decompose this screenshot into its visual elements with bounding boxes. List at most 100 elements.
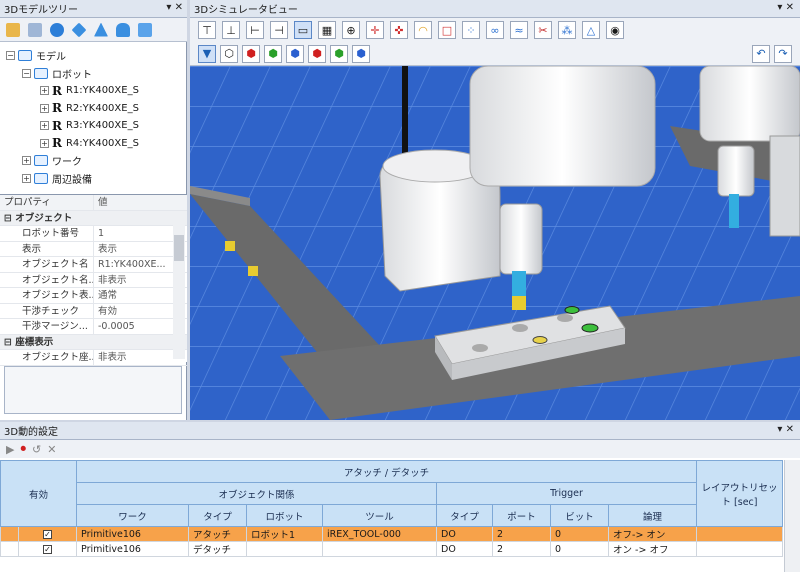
property-category-coords[interactable]: ⊟ 座標表示	[0, 334, 187, 350]
tree-node-robot-r4[interactable]: + R R4:YK400XE_S	[6, 135, 187, 153]
rotate-left-icon[interactable]: ↶	[752, 44, 770, 63]
cube-green-side-icon[interactable]: ⬢	[330, 44, 348, 63]
cube-red-front-icon[interactable]: ⬢	[242, 44, 260, 63]
view-left-icon[interactable]: ⊢	[246, 21, 264, 39]
cell-bit[interactable]: 0	[550, 526, 610, 542]
import-file-icon[interactable]	[28, 22, 42, 37]
cell-port[interactable]: 2	[492, 541, 552, 557]
collapse-icon[interactable]: ⊟	[4, 213, 15, 224]
cylinder-primitive-icon[interactable]	[116, 22, 130, 37]
cell-bit[interactable]: 0	[550, 541, 610, 557]
cell-tool[interactable]: iREX_TOOL-000	[322, 526, 438, 542]
cell-layout-reset[interactable]	[696, 541, 784, 557]
expand-icon[interactable]: +	[22, 156, 31, 166]
tree-node-robot-r2[interactable]: + R R2:YK400XE_S	[6, 100, 187, 118]
collapse-icon[interactable]: −	[6, 51, 15, 61]
view-top-icon[interactable]: ⊤	[198, 21, 216, 39]
cell-trigger-type[interactable]: DO	[436, 541, 494, 557]
simulator-title-bar: 3Dシミュレータビュー ▾ ✕	[190, 0, 800, 18]
property-row[interactable]: 干渉チェック 有効	[0, 303, 187, 319]
link-icon[interactable]: ∞	[486, 21, 504, 39]
property-row[interactable]: オブジェクト名 R1:YK400XE...	[0, 257, 187, 273]
property-row[interactable]: ロボット番号 1	[0, 226, 187, 242]
play-icon[interactable]: ▶	[6, 443, 14, 456]
expand-icon[interactable]: +	[40, 103, 49, 113]
simulator-window-controls[interactable]: ▾ ✕	[777, 2, 794, 13]
cube-red-side-icon[interactable]: ⬢	[308, 44, 326, 63]
cube-blue-icon[interactable]: ⬢	[286, 44, 304, 63]
add-model-icon[interactable]	[6, 22, 20, 37]
tree-node-work[interactable]: + ワーク	[6, 152, 187, 170]
cell-work[interactable]: Primitive106	[76, 526, 190, 542]
unlink-icon[interactable]: ≈	[510, 21, 528, 39]
diamond-primitive-icon[interactable]	[71, 22, 87, 37]
expand-icon[interactable]: +	[22, 173, 31, 183]
property-row[interactable]: 干渉マージン... -0.0005	[0, 319, 187, 335]
cell-robot[interactable]	[246, 541, 324, 557]
cell-type[interactable]: デタッチ	[188, 541, 248, 557]
cell-tool[interactable]	[322, 541, 438, 557]
delete-icon[interactable]: ✕	[47, 443, 56, 456]
cell-port[interactable]: 2	[492, 526, 552, 542]
property-row[interactable]: 表示 表示	[0, 241, 187, 257]
cube-iso-icon[interactable]: ⬡	[220, 44, 238, 63]
table-row[interactable]: ✓ Primitive106 アタッチ ロボット1 iREX_TOOL-000 …	[0, 526, 784, 542]
dynamic-settings-window-controls[interactable]: ▾ ✕	[777, 424, 794, 435]
robot-icon: R	[52, 83, 62, 98]
cell-logic[interactable]: オフ-> オン	[608, 526, 698, 542]
cell-trigger-type[interactable]: DO	[436, 526, 494, 542]
tree-node-robot-r1[interactable]: + R R1:YK400XE_S	[6, 82, 187, 100]
collapse-icon[interactable]: −	[22, 68, 31, 78]
view-front-icon[interactable]: ⊥	[222, 21, 240, 39]
collision-icon[interactable]: ✂	[534, 21, 552, 39]
move-robot-icon[interactable]: ✛	[366, 21, 384, 39]
tree-node-robots[interactable]: − ロボット	[6, 65, 187, 83]
grid-table-icon[interactable]: ▦	[318, 21, 336, 39]
cube-green-icon[interactable]: ⬢	[264, 44, 282, 63]
sphere-primitive-icon[interactable]	[50, 22, 64, 37]
robot-r2-spindle	[499, 203, 543, 275]
3d-scene-viewport[interactable]	[190, 66, 800, 420]
zoom-fit-icon[interactable]: ⊕	[342, 21, 360, 39]
property-scrollbar[interactable]	[173, 213, 185, 359]
reach-icon[interactable]: ◠	[414, 21, 432, 39]
dynamic-settings-title-bar: 3D動的設定 ▾ ✕	[0, 422, 800, 440]
property-row[interactable]: オブジェクト表... 通常	[0, 288, 187, 304]
stop-icon[interactable]: ⏺	[20, 442, 26, 456]
expand-icon[interactable]: +	[40, 86, 49, 96]
model-tree-window-controls[interactable]: ▾ ✕	[166, 2, 183, 13]
cell-work[interactable]: Primitive106	[76, 541, 190, 557]
collapse-icon[interactable]: ⊟	[4, 337, 15, 348]
jog-icon[interactable]: ✜	[390, 21, 408, 39]
dynamic-settings-scrollbar[interactable]	[784, 460, 800, 572]
bounding-box-icon[interactable]: □	[438, 21, 456, 39]
cell-type[interactable]: アタッチ	[188, 526, 248, 542]
cell-robot[interactable]: ロボット1	[246, 526, 324, 542]
undo-icon[interactable]: ↺	[32, 443, 41, 456]
property-row[interactable]: オブジェクト座... 非表示	[0, 350, 187, 366]
tree-node-model[interactable]: − モデル	[6, 47, 187, 65]
expand-icon[interactable]: +	[40, 138, 49, 148]
scrollbar-thumb[interactable]	[174, 235, 184, 261]
camera-icon[interactable]: ◉	[606, 21, 624, 39]
enabled-checkbox[interactable]: ✓	[43, 544, 52, 554]
table-row[interactable]: ✓ Primitive106 デタッチ DO 2 0 オン -> オフ	[0, 541, 784, 557]
cube-blue-side-icon[interactable]: ⬢	[352, 44, 370, 63]
tree-node-robot-r3[interactable]: + R R3:YK400XE_S	[6, 117, 187, 135]
view-right-icon[interactable]: ⊣	[270, 21, 288, 39]
expand-icon[interactable]: +	[40, 121, 49, 131]
floor-grid-icon[interactable]: ▭	[294, 21, 312, 39]
points-icon[interactable]: ⁘	[462, 21, 480, 39]
measure-icon[interactable]: △	[582, 21, 600, 39]
trajectory-icon[interactable]: ⁂	[558, 21, 576, 39]
cone-primitive-icon[interactable]	[94, 22, 108, 37]
property-category-object[interactable]: ⊟ オブジェクト	[0, 210, 187, 226]
cell-logic[interactable]: オン -> オフ	[608, 541, 698, 557]
property-row[interactable]: オブジェクト名... 非表示	[0, 272, 187, 288]
rotate-right-icon[interactable]: ↷	[774, 44, 792, 63]
tree-node-peripherals[interactable]: + 周辺設備	[6, 170, 187, 188]
tube-primitive-icon[interactable]	[138, 22, 152, 37]
cell-layout-reset[interactable]	[696, 526, 784, 542]
enabled-checkbox[interactable]: ✓	[43, 529, 52, 539]
view-pin-icon[interactable]: ▼	[198, 44, 216, 63]
